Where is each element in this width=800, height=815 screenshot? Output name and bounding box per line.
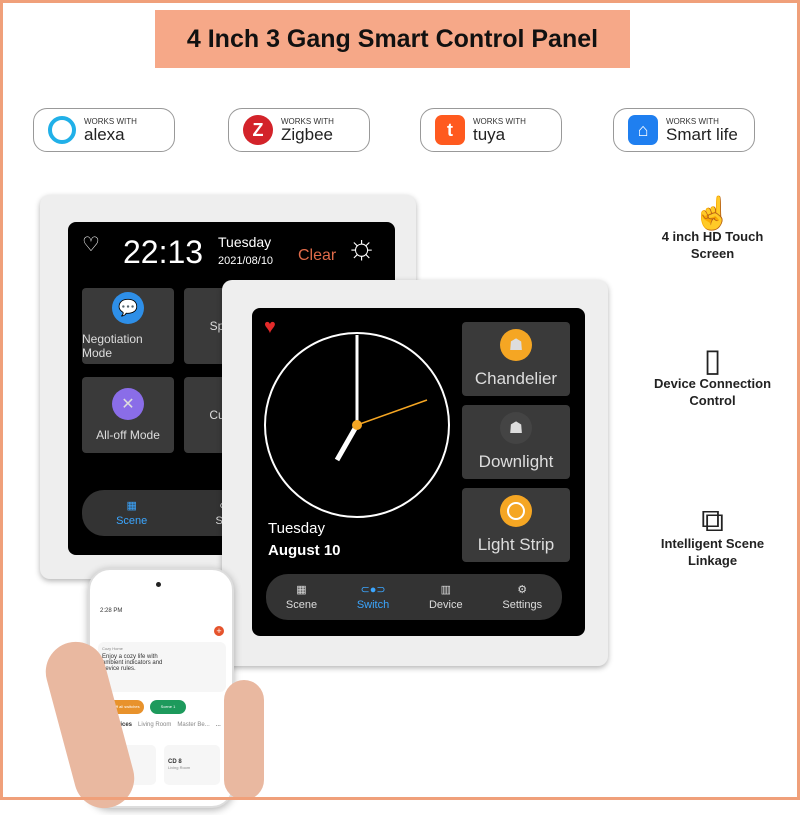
tile-light-strip[interactable]: Light Strip	[462, 488, 570, 562]
tab-living-room[interactable]: Living Room	[138, 722, 171, 728]
grid-icon: ▦	[296, 584, 307, 596]
front-nav-bar: ▦ Scene ⊂●⊃ Switch ▥ Device ⚙ Settings	[266, 574, 562, 620]
badge-zigbee: Z WORKS WITH Zigbee	[228, 108, 370, 152]
device-card[interactable]: CD 8 Living Room	[164, 745, 220, 785]
feature-label: 4 inch HD Touch Screen	[661, 229, 764, 261]
touch-icon: ☝	[692, 195, 733, 231]
nav-label: Settings	[502, 599, 543, 611]
nav-switch[interactable]: ⊂●⊃ Switch	[357, 583, 389, 611]
analog-clock	[264, 332, 450, 518]
weather-label: Clear	[298, 247, 337, 264]
date: August 10	[268, 542, 341, 559]
light-strip-icon	[500, 495, 532, 527]
card-text: Enjoy a cozy life with ambient indicator…	[102, 654, 163, 672]
feature-label: Device Connection Control	[653, 376, 772, 408]
tile-negotiation-mode[interactable]: 💬 Negotiation Mode	[82, 288, 174, 364]
nav-label: Switch	[356, 599, 390, 611]
nav-label: Device	[428, 599, 463, 611]
smart-life-house-icon: ⌂	[628, 115, 658, 145]
nav-label: Scene	[116, 515, 148, 527]
nav-device[interactable]: ▥ Device	[429, 583, 463, 611]
weekday: Tuesday	[268, 520, 325, 537]
feature-scene-linkage: ⧉ Intelligent Scene Linkage	[650, 502, 775, 569]
close-icon: ✕	[112, 388, 144, 420]
badge-smart-life: ⌂ WORKS WITH Smart life	[613, 108, 755, 152]
nav-scene[interactable]: ▦ Scene	[116, 499, 147, 527]
hand-thumb	[224, 680, 264, 800]
badge-name: Zigbee	[281, 125, 333, 144]
badge-tuya: t WORKS WITH tuya	[420, 108, 562, 152]
tile-label: Chandelier	[474, 369, 558, 388]
add-button[interactable]: +	[214, 626, 224, 636]
feature-touch-screen: ☝ 4 inch HD Touch Screen	[650, 195, 775, 262]
chandelier-icon: ☗	[500, 329, 532, 361]
tile-label: Negotiation Mode	[82, 332, 143, 360]
banner-title: 4 Inch 3 Gang Smart Control Panel	[155, 10, 630, 68]
gear-icon: ⚙	[517, 584, 528, 596]
nav-scene[interactable]: ▦ Scene	[286, 583, 317, 611]
home-card: Cozy Home Enjoy a cozy life with ambient…	[98, 642, 226, 692]
tile-chandelier[interactable]: ☗ Chandelier	[462, 322, 570, 396]
date: 2021/08/10	[218, 255, 274, 267]
nav-label: Scene	[285, 599, 318, 611]
camera	[156, 582, 161, 587]
grid-icon: ▦	[126, 500, 137, 512]
clock-time: 22:13	[123, 234, 204, 270]
zigbee-logo-icon: Z	[243, 115, 273, 145]
front-panel: ♥ Tuesday August 10 ☗ Chandelier ☗ Downlig…	[222, 280, 608, 666]
tile-label: All-off Mode	[96, 428, 160, 442]
tile-downlight[interactable]: ☗ Downlight	[462, 405, 570, 479]
tile-label: Downlight	[478, 452, 554, 471]
wireless-device-icon: ▯	[703, 342, 722, 378]
tile-all-off-mode[interactable]: ✕ All-off Mode	[82, 377, 174, 453]
chat-icon: 💬	[112, 292, 144, 324]
badge-name: tuya	[473, 125, 506, 144]
scene-windows-icon: ⧉	[701, 502, 724, 538]
feature-label: Intelligent Scene Linkage	[660, 536, 765, 568]
nav-settings[interactable]: ⚙ Settings	[502, 583, 542, 611]
weekday: Tuesday	[218, 234, 272, 250]
heart-outline-icon: ♡	[82, 234, 100, 256]
sun-icon: ☼	[346, 228, 378, 266]
downlight-icon: ☗	[500, 412, 532, 444]
more-icon[interactable]: ...	[216, 722, 221, 728]
tuya-logo-icon: t	[435, 115, 465, 145]
badge-name: Smart life	[666, 125, 738, 144]
status-time: 2:28 PM	[100, 608, 123, 614]
tab-master-bedroom[interactable]: Master Be...	[177, 722, 209, 728]
tile-label: Light Strip	[477, 535, 555, 554]
toggle-icon: ⊂●⊃	[360, 584, 386, 596]
scene-button[interactable]: Scene 1	[150, 700, 186, 714]
badge-name: alexa	[84, 125, 125, 144]
device-icon: ▥	[440, 584, 451, 596]
device-room: Living Room	[168, 765, 191, 770]
badge-alexa: WORKS WITH alexa	[33, 108, 175, 152]
feature-device-control: ▯ Device Connection Control	[650, 342, 775, 409]
front-screen: ♥ Tuesday August 10 ☗ Chandelier ☗ Downlig…	[252, 308, 585, 636]
alexa-ring-icon	[48, 116, 76, 144]
card-title: Cozy Home	[102, 646, 123, 651]
